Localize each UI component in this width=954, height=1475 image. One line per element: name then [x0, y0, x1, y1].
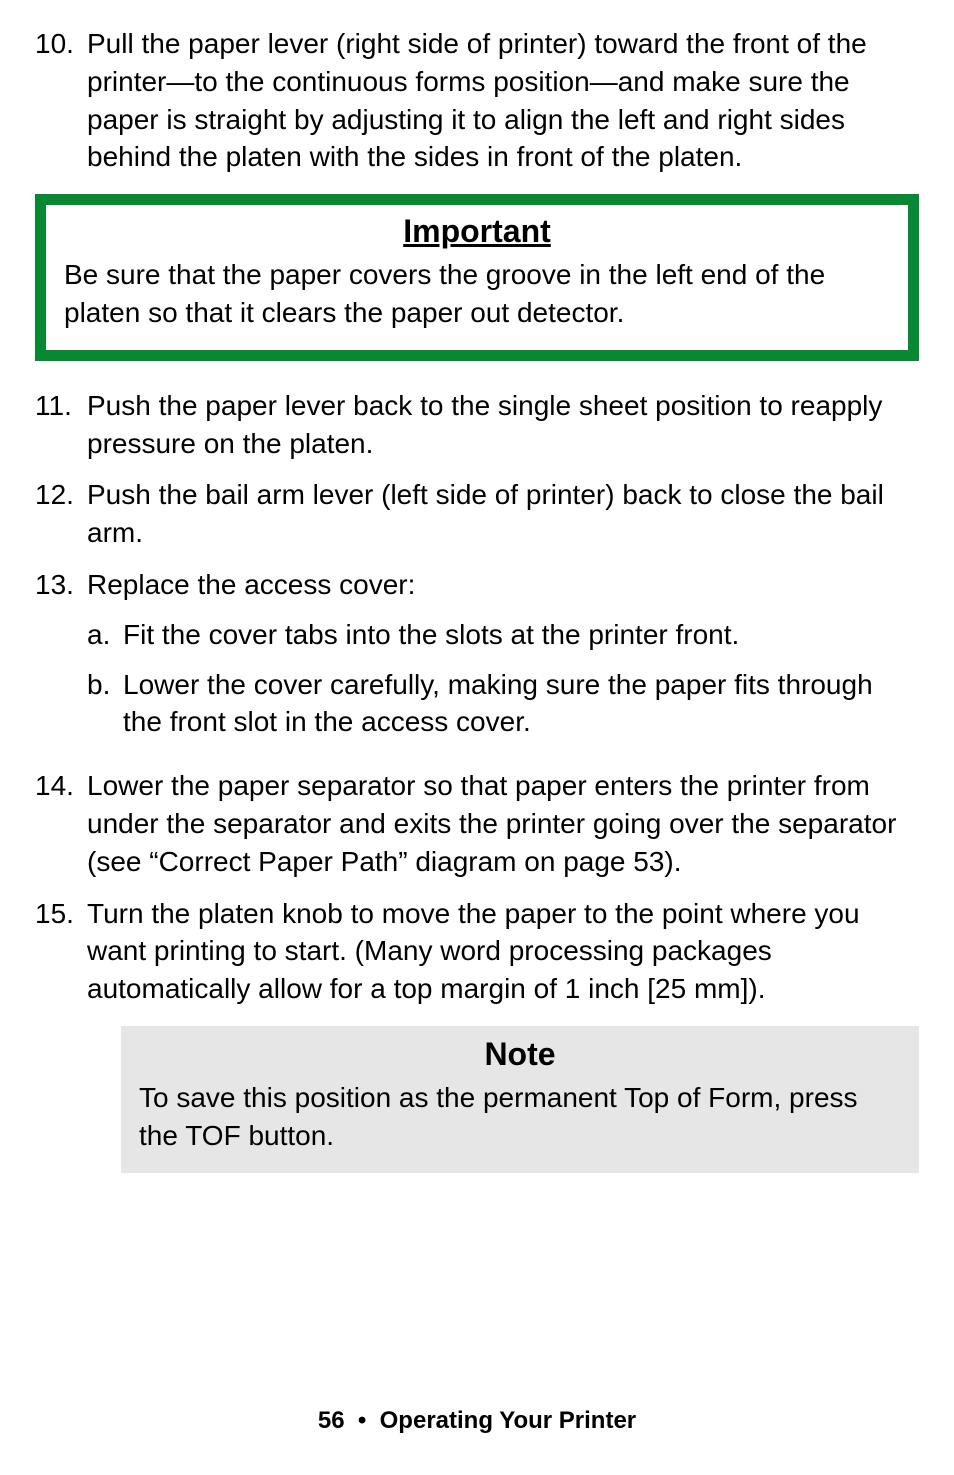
item15-number: 15. — [35, 895, 87, 1008]
sub-item-13a: a. Fit the cover tabs into the slots at … — [87, 616, 919, 654]
list-item-13: 13. Replace the access cover: a. Fit the… — [35, 566, 919, 753]
important-title: Important — [64, 213, 890, 250]
note-callout: Note To save this position as the perman… — [121, 1026, 919, 1173]
item14-number: 14. — [35, 767, 87, 880]
footer-section: Operating Your Printer — [380, 1407, 637, 1434]
item13-text: Replace the access cover: — [87, 569, 415, 600]
item13a-text: Fit the cover tabs into the slots at the… — [123, 616, 739, 654]
item12-number: 12. — [35, 476, 87, 552]
item11-text: Push the paper lever back to the single … — [87, 387, 919, 463]
page-footer: 56 • Operating Your Printer — [0, 1407, 954, 1435]
important-body: Be sure that the paper covers the groove… — [64, 256, 890, 332]
item10-text: Pull the paper lever (right side of prin… — [87, 25, 919, 176]
list-item-12: 12. Push the bail arm lever (left side o… — [35, 476, 919, 552]
list-item-14: 14. Lower the paper separator so that pa… — [35, 767, 919, 880]
page-number: 56 — [318, 1407, 345, 1434]
list-item-15: 15. Turn the platen knob to move the pap… — [35, 895, 919, 1008]
item13a-number: a. — [87, 616, 123, 654]
item13b-number: b. — [87, 666, 123, 742]
note-title: Note — [139, 1036, 901, 1073]
sub-item-13b: b. Lower the cover carefully, making sur… — [87, 666, 919, 742]
item12-text: Push the bail arm lever (left side of pr… — [87, 476, 919, 552]
note-body: To save this position as the permanent T… — [139, 1079, 901, 1155]
item13b-text: Lower the cover carefully, making sure t… — [123, 666, 919, 742]
item14-text: Lower the paper separator so that paper … — [87, 767, 919, 880]
list-item-11: 11. Push the paper lever back to the sin… — [35, 387, 919, 463]
footer-separator: • — [358, 1407, 366, 1434]
item13-number: 13. — [35, 566, 87, 753]
list-item-10: 10. Pull the paper lever (right side of … — [35, 25, 919, 176]
item10-number: 10. — [35, 25, 87, 176]
item15-text: Turn the platen knob to move the paper t… — [87, 895, 919, 1008]
item11-number: 11. — [35, 387, 87, 463]
important-callout: Important Be sure that the paper covers … — [35, 194, 919, 361]
